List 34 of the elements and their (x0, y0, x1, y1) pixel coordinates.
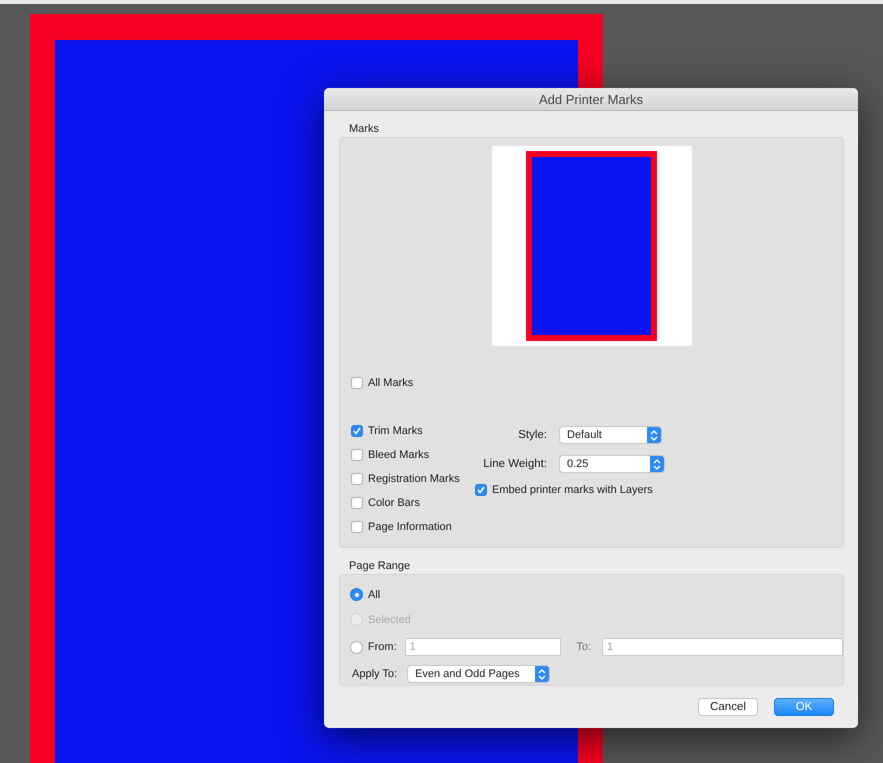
field-label: Line Weight: (482, 458, 547, 470)
stepper-arrows-icon (650, 456, 664, 472)
checkbox[interactable] (351, 449, 363, 461)
checkbox[interactable] (475, 484, 487, 496)
field-label: Apply To: (352, 668, 398, 680)
checkbox[interactable] (351, 497, 363, 509)
radio-label: All (368, 588, 380, 600)
field-label: To: (576, 641, 592, 653)
style-dropdown[interactable]: Default (559, 426, 662, 444)
stepper-arrows-icon (647, 427, 661, 443)
section-label: Page Range (349, 560, 410, 572)
checkbox-label: Registration Marks (368, 473, 460, 485)
checkbox[interactable] (351, 521, 363, 533)
apply-to-dropdown[interactable]: Even and Odd Pages (407, 665, 550, 683)
field-label: Style: (517, 429, 547, 441)
checkbox-label: Trim Marks (368, 425, 423, 437)
checkbox-label: Color Bars (368, 497, 420, 509)
radio-button[interactable] (350, 640, 363, 654)
checkbox-label: Embed printer marks with Layers (492, 484, 653, 496)
checkbox[interactable] (351, 473, 363, 485)
from-field[interactable]: 1 (404, 638, 562, 656)
checkbox-label: Page Information (368, 521, 452, 533)
checkbox-label: All Marks (368, 377, 414, 389)
checkbox-label: Bleed Marks (368, 449, 430, 461)
line-weight-dropdown[interactable]: 0.25 (559, 455, 665, 473)
stepper-arrows-icon (535, 666, 550, 682)
cancel-button[interactable]: Cancel (698, 698, 758, 716)
radio-label: From: (368, 641, 397, 653)
section-label: Marks (349, 123, 379, 135)
window-title: Add Printer Marks (538, 92, 644, 106)
radio-button[interactable] (350, 588, 363, 601)
to-field[interactable]: 1 (602, 638, 843, 656)
checkbox[interactable] (351, 377, 363, 389)
checkbox[interactable] (351, 425, 363, 437)
